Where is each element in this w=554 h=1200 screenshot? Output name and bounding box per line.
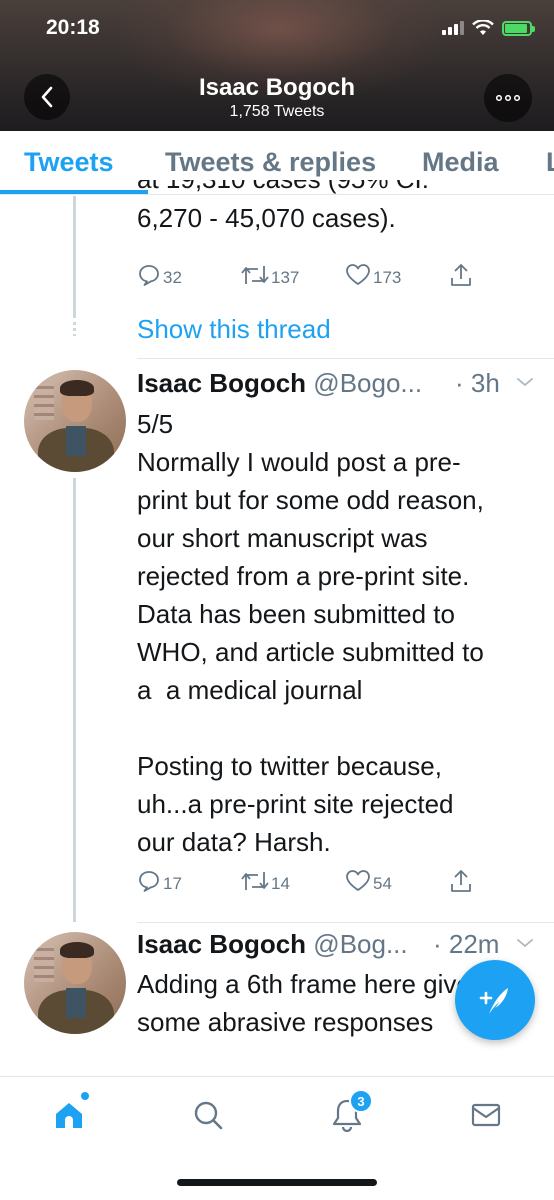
status-icons xyxy=(442,20,535,36)
wifi-icon xyxy=(472,20,494,35)
more-icon xyxy=(496,95,520,101)
show-thread-link[interactable]: Show this thread xyxy=(137,314,331,345)
retweet-icon xyxy=(241,872,269,890)
reply-button[interactable]: 17 xyxy=(137,868,182,894)
tweet-text-line: some abrasive responses xyxy=(137,1007,434,1037)
tweet-text-line xyxy=(137,709,484,747)
reply-icon xyxy=(139,265,159,286)
tweet-text-line: our short manuscript was xyxy=(137,523,428,553)
battery-icon xyxy=(502,20,535,36)
share-button[interactable] xyxy=(449,262,473,288)
author-handle[interactable]: @Bog... xyxy=(313,929,407,959)
tweet-text-line: our data? Harsh. xyxy=(137,827,331,857)
tweet-time: · 3h xyxy=(455,368,500,398)
like-count: 54 xyxy=(373,874,392,893)
profile-header: 20:18 Isaac Bogoch 1,758 Tweets xyxy=(0,0,554,131)
tweet-header: Isaac Bogoch @Bogo... xyxy=(137,368,422,399)
thread-line xyxy=(73,196,76,318)
tab-tweets[interactable]: Tweets xyxy=(24,147,114,178)
tweet-text-line: Normally I would post a pre- xyxy=(137,447,461,477)
tweet-actions: 32 137 173 xyxy=(137,262,477,296)
author-name[interactable]: Isaac Bogoch xyxy=(137,368,306,398)
heart-icon xyxy=(346,264,370,285)
author-name[interactable]: Isaac Bogoch xyxy=(137,929,306,959)
active-tab-indicator xyxy=(0,190,148,194)
tweet-text-line: print but for some odd reason, xyxy=(137,485,484,515)
tweet-text-line: Adding a 6th frame here gives xyxy=(137,969,484,999)
notifications-badge: 3 xyxy=(349,1089,373,1113)
cellular-signal-icon xyxy=(442,21,464,35)
author-handle[interactable]: @Bogo... xyxy=(313,368,422,398)
thread-dots xyxy=(73,322,76,336)
compose-feather-icon xyxy=(479,988,508,1014)
tweet-header: Isaac Bogoch @Bog... xyxy=(137,929,408,960)
retweet-count: 14 xyxy=(271,874,290,893)
share-button[interactable] xyxy=(449,868,473,894)
more-options-button[interactable] xyxy=(484,74,532,122)
home-icon xyxy=(56,1103,82,1128)
tweet-text-line: 5/5 xyxy=(137,409,174,439)
home-indicator xyxy=(177,1179,377,1186)
reply-button[interactable]: 32 xyxy=(137,262,182,288)
reply-count: 32 xyxy=(163,268,182,287)
search-icon xyxy=(194,1101,223,1130)
share-icon xyxy=(451,870,471,892)
chevron-down-icon[interactable] xyxy=(516,376,534,388)
like-button[interactable]: 54 xyxy=(345,868,392,894)
tweet-text-line: Posting to twitter because, xyxy=(137,751,442,781)
tweet-time: · 22m xyxy=(433,929,500,959)
compose-tweet-button[interactable] xyxy=(455,960,535,1040)
share-icon xyxy=(451,264,471,286)
reply-count: 17 xyxy=(163,874,182,893)
profile-name: Isaac Bogoch xyxy=(198,74,356,101)
tab-media[interactable]: Media xyxy=(422,147,499,178)
thread-line xyxy=(73,478,76,922)
nav-messages[interactable] xyxy=(466,1095,506,1135)
chevron-down-icon[interactable] xyxy=(516,937,534,949)
nav-home[interactable] xyxy=(49,1092,89,1135)
tweet-actions: 17 14 54 xyxy=(137,868,477,902)
status-time: 20:18 xyxy=(46,16,100,39)
like-button[interactable]: 173 xyxy=(345,262,401,288)
retweet-icon xyxy=(241,266,269,284)
tweet-separator xyxy=(137,922,554,923)
tweet-text-line: Data has been submitted to xyxy=(137,599,455,629)
mail-icon xyxy=(471,1103,501,1127)
tweet-count: 1,758 Tweets xyxy=(229,103,325,120)
new-content-dot xyxy=(81,1092,89,1100)
tweet-body: Adding a 6th frame here gives some abras… xyxy=(137,965,484,1041)
nav-search[interactable] xyxy=(188,1095,228,1135)
reply-icon xyxy=(139,871,159,892)
retweet-count: 137 xyxy=(271,268,300,287)
tweet-text-line: a a medical journal xyxy=(137,675,363,705)
avatar[interactable] xyxy=(24,370,126,472)
nav-notifications[interactable]: 3 xyxy=(327,1089,373,1135)
tweet-text-line: uh...a pre-print site rejected xyxy=(137,789,454,819)
tweet-text-line: WHO, and article submitted to xyxy=(137,637,484,667)
retweet-button[interactable]: 137 xyxy=(241,262,299,288)
tab-likes[interactable]: L xyxy=(546,147,554,178)
tweet-text-line: rejected from a pre-print site. xyxy=(137,561,470,591)
tweet-body: 5/5 Normally I would post a pre- print b… xyxy=(137,405,484,861)
tab-tweets-replies[interactable]: Tweets & replies xyxy=(165,147,376,178)
heart-icon xyxy=(346,870,370,891)
avatar[interactable] xyxy=(24,932,126,1034)
retweet-button[interactable]: 14 xyxy=(241,868,290,894)
tweet-separator xyxy=(137,358,554,359)
tweet-text-line: 6,270 - 45,070 cases). xyxy=(137,203,396,233)
like-count: 173 xyxy=(373,268,402,287)
